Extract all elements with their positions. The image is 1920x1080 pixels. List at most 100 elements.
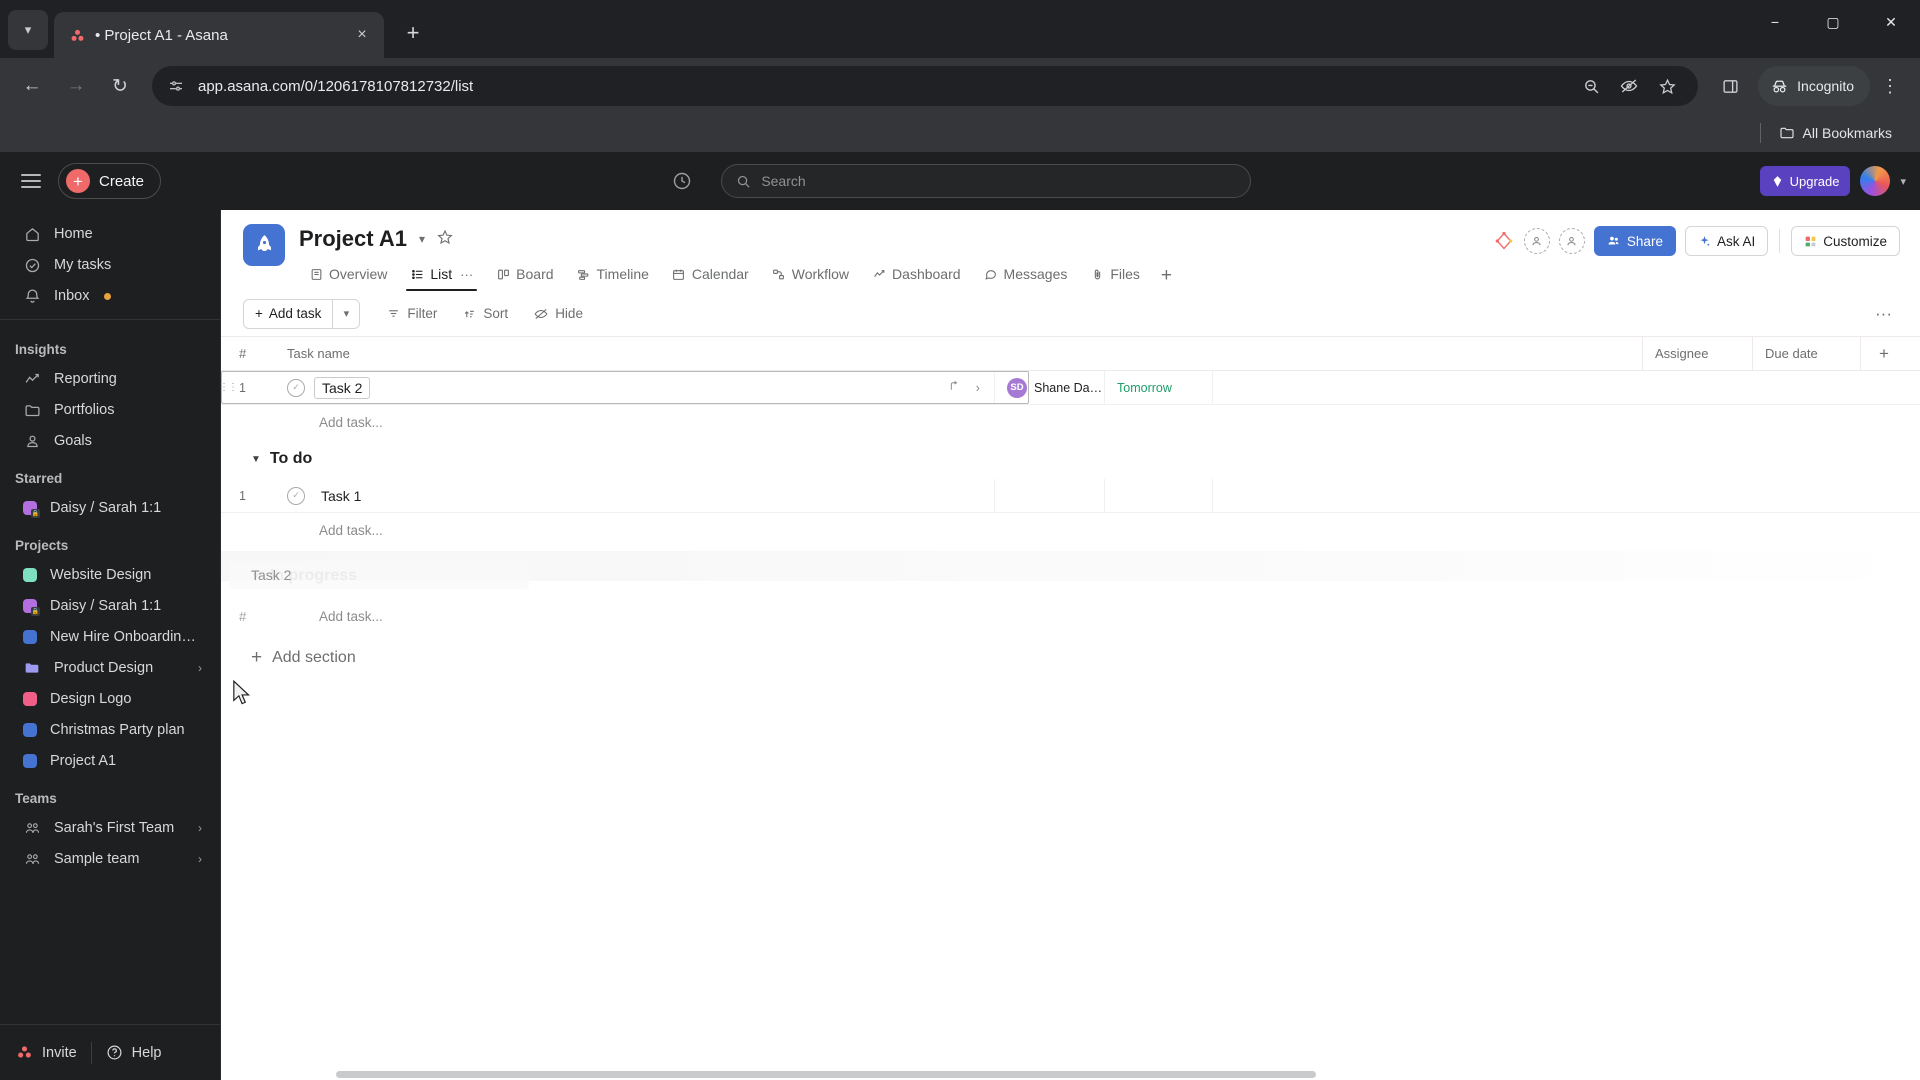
task-name-cell[interactable]: ✓ Task 1 — [267, 486, 994, 506]
add-section-button[interactable]: + Add section — [221, 633, 1920, 669]
hamburger-icon[interactable] — [14, 164, 48, 198]
drag-handle-icon[interactable]: ⋮⋮ — [221, 382, 238, 393]
add-task-inline-top[interactable]: Add task... — [221, 405, 1920, 439]
asana-intelligence-icon[interactable] — [1493, 230, 1515, 252]
list-more-options-icon[interactable]: ··· — [1869, 304, 1898, 324]
hide-button[interactable]: Hide — [523, 301, 594, 326]
caret-down-icon[interactable]: ▼ — [251, 454, 261, 465]
sidebar-item-my-tasks[interactable]: My tasks — [8, 250, 212, 280]
window-minimize-icon[interactable]: − — [1746, 0, 1804, 44]
kebab-menu-icon[interactable]: ⋮ — [1872, 66, 1908, 106]
filter-button[interactable]: Filter — [376, 301, 448, 326]
horizontal-scrollbar[interactable] — [221, 1071, 1920, 1080]
ask-ai-button[interactable]: Ask AI — [1684, 226, 1769, 256]
due-date-cell[interactable] — [1104, 479, 1212, 512]
bookmark-star-icon[interactable] — [1650, 69, 1684, 103]
table-row[interactable]: ⋮⋮ 1 ✓ Task 2 › SD Shane Daw Tomorrow — [221, 371, 1920, 405]
upgrade-button[interactable]: Upgrade — [1759, 166, 1851, 196]
sidebar-item-goals[interactable]: Goals — [8, 426, 212, 456]
add-member-avatar-2[interactable] — [1558, 228, 1585, 254]
subtask-icon[interactable] — [947, 380, 960, 396]
task-name-cell[interactable]: ✓ Task 2 › — [267, 376, 994, 399]
tab-messages[interactable]: Messages — [974, 260, 1078, 291]
task-name-column-header[interactable]: Task name — [267, 346, 1642, 361]
chevron-right-icon[interactable]: › — [198, 661, 202, 675]
browser-tab[interactable]: • Project A1 - Asana × — [54, 12, 384, 58]
avatar[interactable] — [1860, 166, 1891, 196]
sidebar-item-design-logo[interactable]: Design Logo — [8, 684, 212, 714]
scrollbar-thumb[interactable] — [336, 1071, 1316, 1078]
tab-calendar[interactable]: Calendar — [662, 260, 759, 291]
star-outline-icon[interactable] — [437, 229, 453, 250]
incognito-indicator[interactable]: Incognito — [1758, 66, 1870, 106]
site-settings-icon[interactable] — [166, 76, 186, 96]
tab-dashboard[interactable]: Dashboard — [862, 260, 971, 291]
window-maximize-icon[interactable]: ▢ — [1804, 0, 1862, 44]
sidebar-item-sample-team[interactable]: Sample team › — [8, 844, 212, 874]
sidebar-item-reporting[interactable]: Reporting — [8, 364, 212, 394]
assignee-column-header[interactable]: Assignee — [1642, 337, 1752, 370]
tab-workflow[interactable]: Workflow — [762, 260, 859, 291]
customize-button[interactable]: Customize — [1791, 226, 1900, 256]
add-task-button[interactable]: + Add task — [244, 300, 332, 328]
due-date-cell[interactable]: Tomorrow — [1104, 371, 1212, 404]
chevron-right-icon[interactable]: › — [198, 852, 202, 866]
sidebar-item-website-design[interactable]: Website Design — [8, 560, 212, 590]
sidebar-item-sarahs-first-team[interactable]: Sarah's First Team › — [8, 813, 212, 843]
add-column-button[interactable]: + — [1860, 337, 1920, 370]
add-task-inline-bottom[interactable]: # Add task... — [221, 599, 1920, 633]
tab-overview[interactable]: Overview — [299, 260, 397, 291]
tab-search-icon[interactable]: ▾ — [8, 10, 48, 50]
due-date-column-header[interactable]: Due date — [1752, 337, 1860, 370]
add-view-button[interactable]: + — [1153, 261, 1180, 291]
search-input[interactable]: Search — [721, 164, 1252, 198]
add-task-dropdown-icon[interactable]: ▾ — [332, 299, 359, 328]
add-member-avatar-1[interactable] — [1523, 228, 1550, 254]
back-icon[interactable]: ← — [12, 66, 52, 106]
add-task-inline-to-do[interactable]: Add task... — [221, 513, 1920, 547]
check-circle-icon[interactable]: ✓ — [287, 486, 305, 505]
section-header-to-do[interactable]: ▼ To do — [221, 439, 1920, 479]
create-button[interactable]: + Create — [58, 163, 162, 199]
task-name[interactable]: Task 1 — [314, 486, 368, 506]
sidebar-item-portfolios[interactable]: Portfolios — [8, 395, 212, 425]
all-bookmarks-button[interactable]: All Bookmarks — [1771, 121, 1900, 145]
tab-list[interactable]: List ··· — [400, 260, 483, 291]
sidebar-item-christmas-party-plan[interactable]: Christmas Party plan — [8, 715, 212, 745]
sort-button[interactable]: Sort — [452, 301, 519, 326]
sidebar-item-project-a1[interactable]: Project A1 — [8, 746, 212, 776]
task-name[interactable]: Task 2 — [314, 376, 371, 399]
table-row[interactable]: 1 ✓ Task 1 — [221, 479, 1920, 513]
hide-password-icon[interactable] — [1612, 69, 1646, 103]
tab-more-icon[interactable]: ··· — [460, 267, 473, 282]
zoom-out-icon[interactable] — [1574, 69, 1608, 103]
new-tab-button[interactable]: + — [396, 16, 430, 50]
sidebar-item-daisy-sarah[interactable]: 🔒 Daisy / Sarah 1:1 — [8, 591, 212, 621]
chevron-down-icon[interactable]: ▾ — [1900, 175, 1906, 188]
tab-files[interactable]: Files — [1080, 260, 1150, 291]
sidebar-item-starred-daisy-sarah[interactable]: 🔒 Daisy / Sarah 1:1 — [8, 493, 212, 523]
share-button[interactable]: Share — [1593, 226, 1676, 256]
tab-board[interactable]: Board — [486, 260, 563, 291]
address-bar[interactable]: app.asana.com/0/1206178107812732/list — [152, 66, 1699, 106]
reload-icon[interactable]: ↻ — [100, 66, 140, 106]
chevron-right-icon[interactable]: › — [198, 821, 202, 835]
sidebar-item-product-design[interactable]: Product Design › — [8, 653, 212, 683]
tab-close-icon[interactable]: × — [350, 23, 374, 47]
tab-timeline[interactable]: Timeline — [567, 260, 659, 291]
sidebar-item-home[interactable]: Home — [8, 219, 212, 249]
chevron-down-icon[interactable]: ▾ — [419, 232, 425, 246]
help-button[interactable]: Help — [106, 1044, 162, 1061]
side-panel-icon[interactable] — [1710, 66, 1750, 106]
invite-button[interactable]: Invite — [16, 1044, 77, 1061]
recent-clock-icon[interactable] — [669, 168, 695, 194]
check-circle-icon[interactable]: ✓ — [287, 378, 305, 397]
window-close-icon[interactable]: ✕ — [1862, 0, 1920, 44]
sidebar-item-new-hire-onboarding[interactable]: New Hire Onboarding Ch... — [8, 622, 212, 652]
sidebar-item-inbox[interactable]: Inbox — [8, 281, 212, 311]
search-icon — [738, 175, 750, 188]
chevron-right-icon[interactable]: › — [976, 380, 980, 395]
assignee-cell[interactable]: SD Shane Daws... — [994, 371, 1104, 404]
forward-icon[interactable]: → — [56, 66, 96, 106]
assignee-cell[interactable] — [994, 479, 1104, 512]
